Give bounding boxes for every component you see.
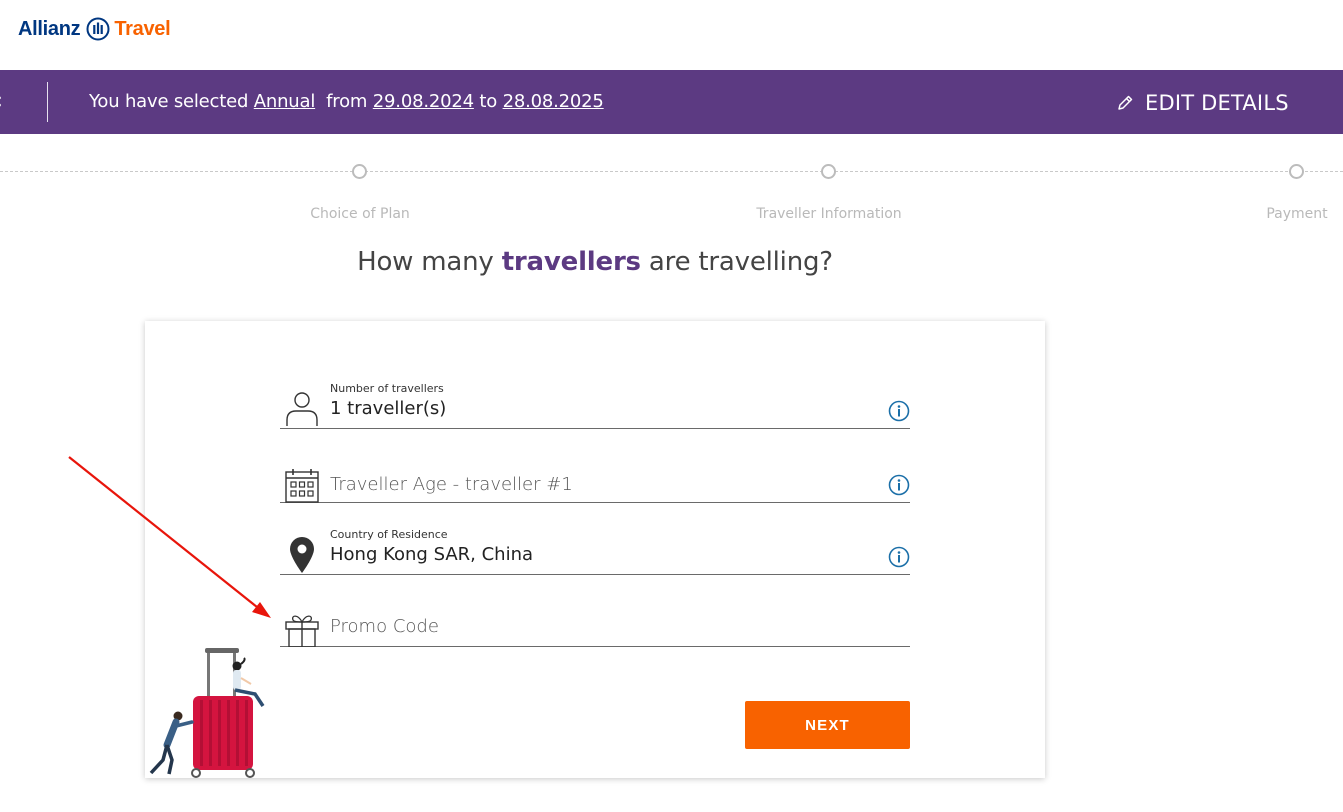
summary-prefix: You have selected — [89, 91, 249, 112]
country-value: Hong Kong SAR, China — [330, 544, 534, 565]
traveller-form-card: Number of travellers 1 traveller(s) Trav… — [145, 321, 1045, 778]
step-label-traveller-information: Traveller Information — [756, 206, 902, 222]
info-icon[interactable] — [888, 546, 910, 568]
logo-brand: Allianz — [18, 17, 81, 40]
next-button[interactable]: NEXT — [745, 701, 910, 749]
plan-link[interactable]: Annual — [254, 91, 316, 112]
selection-summary-bar: ‹ You have selected Annual from 29.08.20… — [0, 70, 1343, 134]
travellers-label: Number of travellers — [330, 382, 444, 395]
allianz-eagle-icon — [86, 17, 110, 41]
edit-details-button[interactable]: EDIT DETAILS — [1116, 91, 1289, 115]
page-question: How many travellers are travelling? — [0, 247, 1190, 277]
edit-details-label: EDIT DETAILS — [1145, 91, 1289, 115]
step-label-payment: Payment — [1266, 206, 1328, 222]
progress-line — [0, 171, 1343, 172]
logo-product: Travel — [114, 17, 171, 40]
promo-code-field[interactable]: Promo Code — [280, 605, 910, 647]
question-highlight: travellers — [501, 247, 641, 277]
location-pin-icon — [290, 537, 314, 573]
allianz-travel-logo[interactable]: Allianz Travel — [18, 17, 171, 41]
travellers-suitcase-illustration — [149, 648, 265, 778]
travellers-value: 1 traveller(s) — [330, 398, 447, 419]
progress-stepper: Choice of Plan Traveller Information Pay… — [0, 160, 1343, 230]
country-label: Country of Residence — [330, 528, 448, 541]
person-icon — [286, 392, 318, 426]
step-label-choice-of-plan: Choice of Plan — [310, 206, 410, 222]
chevron-left-icon[interactable]: ‹ — [0, 88, 14, 116]
summary-to: to — [479, 91, 498, 112]
pencil-icon — [1118, 95, 1133, 110]
selection-summary-text: You have selected Annual from 29.08.2024… — [89, 90, 604, 114]
info-icon[interactable] — [888, 474, 910, 496]
top-header: Allianz Travel — [0, 0, 1343, 70]
question-after: are travelling? — [648, 247, 833, 277]
traveller-age-placeholder: Traveller Age - traveller #1 — [330, 474, 573, 495]
country-of-residence-field[interactable]: Country of Residence Hong Kong SAR, Chin… — [280, 525, 910, 575]
gift-icon — [285, 615, 319, 647]
traveller-age-field[interactable]: Traveller Age - traveller #1 — [280, 461, 910, 503]
end-date-link[interactable]: 28.08.2025 — [503, 91, 604, 112]
info-icon[interactable] — [888, 400, 910, 422]
start-date-link[interactable]: 29.08.2024 — [373, 91, 474, 112]
bar-divider — [47, 82, 48, 122]
calendar-icon — [285, 469, 319, 503]
step-dot-choice-of-plan — [352, 164, 367, 179]
travellers-field[interactable]: Number of travellers 1 traveller(s) — [280, 379, 910, 429]
promo-code-placeholder: Promo Code — [330, 616, 439, 637]
summary-from: from — [326, 91, 368, 112]
question-before: How many — [357, 247, 494, 277]
step-dot-traveller-information — [821, 164, 836, 179]
step-dot-payment — [1289, 164, 1304, 179]
